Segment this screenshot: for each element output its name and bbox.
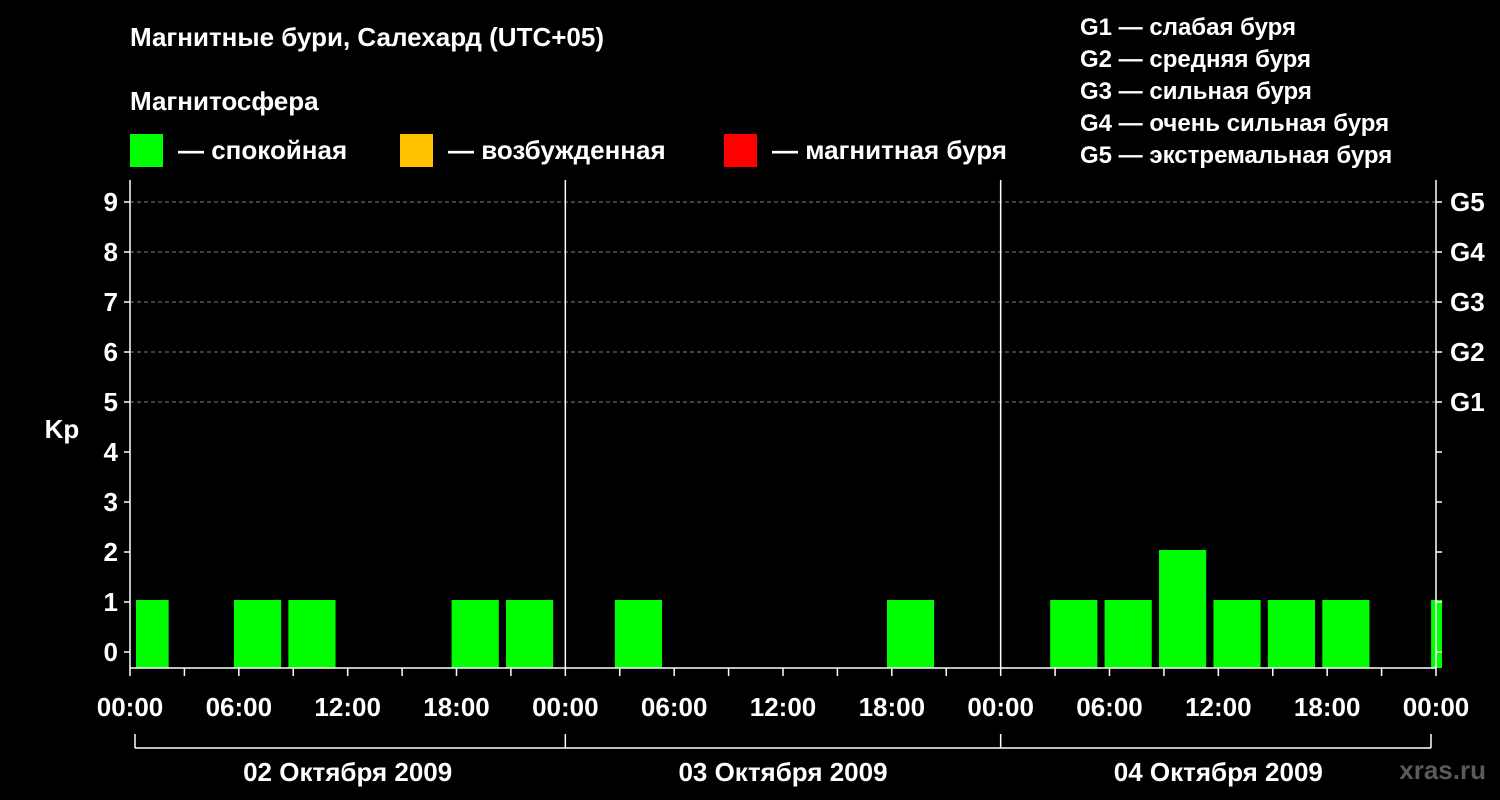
kp-bar xyxy=(614,600,663,668)
kp-bar xyxy=(288,600,336,668)
kp-bar xyxy=(506,600,554,668)
y-tick-label: 7 xyxy=(104,287,118,317)
kp-bar xyxy=(1322,600,1370,668)
y-tick-label: 3 xyxy=(104,487,118,517)
x-tick-label: 00:00 xyxy=(97,692,164,722)
kp-bar xyxy=(1104,600,1152,668)
y-tick-label: 1 xyxy=(104,587,118,617)
x-tick-label: 12:00 xyxy=(1185,692,1252,722)
kp-bar xyxy=(233,600,282,668)
x-tick-label: 18:00 xyxy=(859,692,926,722)
g-scale-label: G2 xyxy=(1450,337,1485,367)
x-tick-label: 18:00 xyxy=(1294,692,1361,722)
g-scale-label: G4 xyxy=(1450,237,1485,267)
y-tick-label: 6 xyxy=(104,337,118,367)
g-scale-label: G1 xyxy=(1450,387,1485,417)
kp-bar xyxy=(1213,600,1261,668)
kp-bar xyxy=(136,600,169,668)
x-tick-label: 12:00 xyxy=(314,692,381,722)
day-label: 04 Октября 2009 xyxy=(1114,757,1323,787)
site-watermark: xras.ru xyxy=(1399,755,1486,785)
x-tick-label: 18:00 xyxy=(423,692,490,722)
kp-bar xyxy=(886,600,935,668)
y-tick-label: 5 xyxy=(104,387,118,417)
x-tick-label: 06:00 xyxy=(641,692,708,722)
g-scale-label: G3 xyxy=(1450,287,1485,317)
kp-bar xyxy=(1159,550,1207,668)
y-tick-label: 9 xyxy=(104,187,118,217)
x-tick-label: 00:00 xyxy=(1403,692,1470,722)
x-tick-label: 12:00 xyxy=(750,692,817,722)
y-tick-label: 2 xyxy=(104,537,118,567)
kp-bar xyxy=(1267,600,1316,668)
kp-chart: 0 1 2 3 4 5 6 7 8 9 G1 G2 G3 G4 G5 Kp 00:00 06:00 12:00 18:… xyxy=(45,180,1485,787)
x-tick-label: 00:00 xyxy=(532,692,599,722)
x-tick-label: 06:00 xyxy=(1076,692,1143,722)
kp-bar xyxy=(451,600,499,668)
kp-bar xyxy=(1050,600,1098,668)
day-label: 03 Октября 2009 xyxy=(678,757,887,787)
x-tick-label: 00:00 xyxy=(967,692,1034,722)
y-axis-label: Kp xyxy=(45,414,80,444)
g-scale-label: G5 xyxy=(1450,187,1485,217)
x-tick-label: 06:00 xyxy=(206,692,273,722)
day-label: 02 Октября 2009 xyxy=(243,757,452,787)
y-tick-label: 4 xyxy=(104,437,119,467)
y-tick-label: 0 xyxy=(104,637,118,667)
y-tick-label: 8 xyxy=(104,237,118,267)
